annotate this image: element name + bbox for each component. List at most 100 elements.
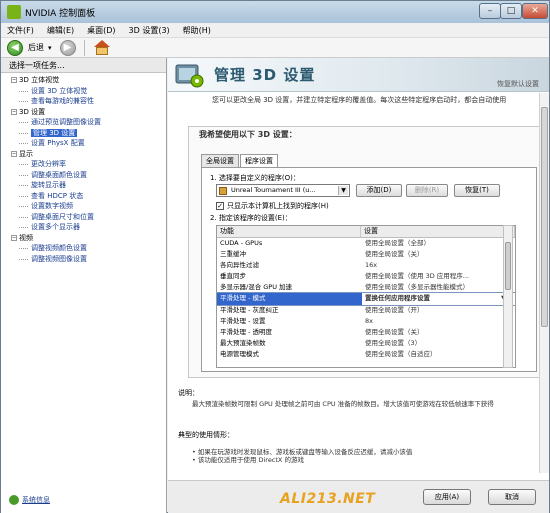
only-show-checkbox[interactable]: ✓: [216, 202, 224, 210]
collapse-icon[interactable]: −: [11, 234, 17, 241]
sidebar-category[interactable]: − 显示: [5, 149, 166, 160]
only-show-found-programs[interactable]: ✓ 只显示本计算机上找到的程序(H): [216, 201, 329, 211]
window-title: NVIDIA 控制面板: [25, 8, 96, 19]
table-row[interactable]: 多显示器/混合 GPU 加速 使用全局设置（多显示器性能模式）: [217, 282, 515, 293]
table-row[interactable]: 各向异性过滤 16x: [217, 260, 515, 271]
sidebar-item[interactable]: 更改分辨率: [5, 159, 166, 170]
sidebar-item[interactable]: 设置 PhysX 配置: [5, 138, 166, 149]
feature-cell: 垂直同步: [220, 272, 246, 281]
menu-help[interactable]: 帮助(H): [183, 25, 211, 36]
sidebar-category[interactable]: −3D 设置: [5, 107, 166, 118]
setting-cell[interactable]: 16x: [362, 260, 507, 271]
apply-button[interactable]: 应用(A): [423, 489, 471, 505]
feature-cell: 多显示器/混合 GPU 加速: [220, 283, 293, 292]
back-history-dropdown[interactable]: ▾: [48, 44, 52, 52]
back-button-label[interactable]: 后退: [28, 42, 44, 53]
sidebar-item[interactable]: 设置数字视频: [5, 201, 166, 212]
setting-cell[interactable]: 使用全局设置（开）: [362, 305, 507, 316]
collapse-icon[interactable]: −: [11, 108, 17, 115]
setting-cell[interactable]: 使用全局设置（自适应）: [362, 349, 507, 360]
sidebar-item-label: 设置 PhysX 配置: [31, 139, 85, 147]
menu-file[interactable]: 文件(F): [7, 25, 34, 36]
table-row[interactable]: CUDA - GPUs 使用全局设置（全部）: [217, 238, 515, 249]
table-row[interactable]: 最大预渲染帧数 使用全局设置（3）: [217, 338, 515, 349]
table-row[interactable]: 平滑处理 - 设置 8x: [217, 316, 515, 327]
menu-3d-settings[interactable]: 3D 设置(3): [129, 25, 170, 36]
sidebar-category[interactable]: − 视频: [5, 233, 166, 244]
restore-program-button[interactable]: 恢复(T): [454, 184, 500, 197]
program-select[interactable]: Unreal Tournament III (u... ▼: [216, 184, 350, 197]
maximize-button[interactable]: □: [500, 3, 522, 19]
program-icon: [219, 187, 227, 195]
table-row[interactable]: 三重缓冲 使用全局设置（关）: [217, 249, 515, 260]
system-info-icon: [9, 495, 19, 505]
content-pane: 管理 3D 设置 恢复默认设置 您可以更改全局 3D 设置，并建立特定程序的覆盖…: [168, 58, 549, 513]
task-sidebar: 选择一项任务... −3D 立体视觉 设置 3D 立体视觉 查看每游戏的兼容性 −3D…: [1, 58, 167, 513]
sidebar-header: 选择一项任务...: [1, 58, 166, 73]
system-info-label: 系统信息: [22, 496, 50, 504]
sidebar-item[interactable]: 查看 HDCP 状态: [5, 191, 166, 202]
grid-scrollbar[interactable]: [503, 225, 513, 368]
sidebar-item[interactable]: 设置多个显示器: [5, 222, 166, 233]
setting-cell[interactable]: 使用全局设置（多显示器性能模式）: [362, 282, 507, 293]
sidebar-item[interactable]: 管理 3D 设置: [5, 128, 166, 139]
feature-cell: CUDA - GPUs: [220, 239, 263, 247]
menu-edit[interactable]: 编辑(E): [47, 25, 74, 36]
sidebar-item-label: 3D 立体视觉: [19, 76, 60, 84]
feature-cell: 各向异性过滤: [220, 261, 259, 270]
sidebar-item[interactable]: 调整视频图像设置: [5, 254, 166, 265]
table-row[interactable]: 电源管理模式 使用全局设置（自适应）: [217, 349, 515, 360]
table-row[interactable]: 平滑处理 - 透明度 使用全局设置（关）: [217, 327, 515, 338]
sidebar-item-label: 更改分辨率: [31, 160, 66, 168]
sidebar-item[interactable]: 旋转显示器: [5, 180, 166, 191]
sidebar-item[interactable]: 调整视频颜色设置: [5, 243, 166, 254]
grid-header-feature[interactable]: 功能: [217, 226, 362, 237]
only-show-checkbox-label: 只显示本计算机上找到的程序(H): [227, 202, 329, 210]
tab-program-settings[interactable]: 程序设置: [240, 154, 278, 168]
sidebar-item-label: 调整桌面颜色设置: [31, 170, 87, 179]
content-scrollbar[interactable]: [539, 93, 549, 473]
grid-header: 功能 设置: [217, 226, 515, 238]
program-select-value: Unreal Tournament III (u...: [231, 186, 316, 194]
setting-cell[interactable]: 使用全局设置（关）: [362, 327, 507, 338]
description-text: 最大预渲染帧数可限制 GPU 处理帧之前可由 CPU 准备的帧数目。增大该值可使…: [192, 400, 494, 408]
setting-cell[interactable]: 使用全局设置（全部）: [362, 238, 507, 249]
3d-settings-icon: [175, 64, 204, 88]
remove-program-button[interactable]: 删除(R): [406, 184, 448, 197]
collapse-icon[interactable]: −: [11, 77, 17, 83]
table-row[interactable]: 平滑处理 - 灰度纠正 使用全局设置（开）: [217, 305, 515, 316]
setting-cell[interactable]: 使用全局设置（使用 3D 应用程序...: [362, 271, 507, 282]
menu-desktop[interactable]: 桌面(D): [87, 25, 115, 36]
home-icon[interactable]: [93, 39, 111, 56]
content-scroll-thumb[interactable]: [541, 107, 548, 327]
setting-cell[interactable]: 使用全局设置（3）: [362, 338, 507, 349]
system-info-link[interactable]: 系统信息: [9, 495, 50, 505]
settings-tabs: 全局设置 程序设置: [201, 154, 279, 168]
feature-cell: 平滑处理 - 灰度纠正: [220, 305, 279, 314]
setting-cell[interactable]: 8x: [362, 316, 507, 327]
setting-cell[interactable]: 置换任何应用程序设置: [362, 293, 507, 304]
sidebar-item[interactable]: 调整桌面尺寸和位置: [5, 212, 166, 223]
tab-global-settings[interactable]: 全局设置: [201, 154, 239, 167]
grid-scroll-thumb[interactable]: [505, 242, 511, 290]
sidebar-item[interactable]: 调整桌面颜色设置: [5, 170, 166, 181]
sidebar-item[interactable]: 设置 3D 立体视觉: [5, 86, 166, 97]
back-arrow-icon[interactable]: ◀: [7, 39, 23, 56]
forward-arrow-icon[interactable]: ▶: [59, 39, 76, 56]
close-button[interactable]: ✕: [522, 3, 548, 19]
collapse-icon[interactable]: −: [11, 150, 17, 157]
grid-header-setting[interactable]: 设置: [361, 226, 515, 237]
chevron-down-icon[interactable]: ▼: [338, 186, 348, 195]
cancel-button[interactable]: 取消: [488, 489, 536, 505]
restore-defaults-link[interactable]: 恢复默认设置: [497, 79, 539, 89]
sidebar-category[interactable]: −3D 立体视觉: [5, 75, 166, 86]
sidebar-item[interactable]: 查看每游戏的兼容性: [5, 96, 166, 107]
table-row[interactable]: 平滑处理 - 模式 置换任何应用程序设置: [217, 292, 515, 306]
setting-cell[interactable]: 使用全局设置（关）: [362, 249, 507, 260]
sidebar-item[interactable]: 通过预览调整图像设置: [5, 117, 166, 128]
minimize-button[interactable]: –: [479, 3, 501, 19]
add-program-button[interactable]: 添加(D): [356, 184, 402, 197]
usage-list: 如果在玩游戏时发现鼠标、游戏板或键盘等输入设备反应迟缓，请减小该值 该功能仅适用…: [192, 448, 413, 464]
feature-cell: 平滑处理 - 设置: [220, 316, 266, 325]
table-row[interactable]: 垂直同步 使用全局设置（使用 3D 应用程序...: [217, 271, 515, 282]
